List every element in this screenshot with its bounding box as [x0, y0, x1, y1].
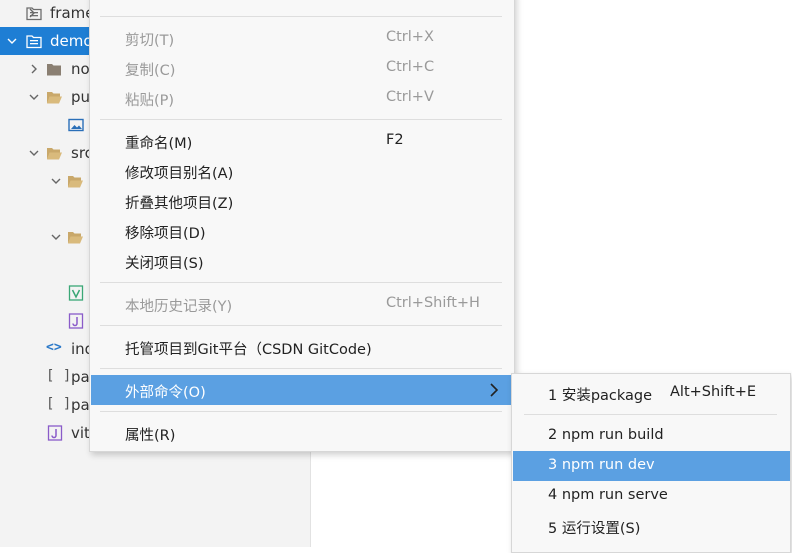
- folder-open-icon: [68, 176, 83, 188]
- chevron-down-icon[interactable]: [6, 34, 18, 48]
- menu-item-host-to-git[interactable]: 托管项目到Git平台（CSDN GitCode): [91, 332, 513, 362]
- json-file-icon: [ ]: [46, 368, 72, 384]
- menu-item-remove-project[interactable]: 移除项目(D): [91, 216, 513, 246]
- menu-item-label: 关闭项目(S): [125, 256, 204, 272]
- menu-item-cut[interactable]: 剪切(T) Ctrl+X: [91, 23, 513, 53]
- menu-item-shortcut: Ctrl+Shift+H: [386, 295, 480, 311]
- json-file-icon: [ ]: [46, 396, 72, 412]
- menu-item-copy[interactable]: 复制(C) Ctrl+C: [91, 53, 513, 83]
- submenu-item-run-settings[interactable]: 5 运行设置(S): [513, 511, 790, 541]
- menu-item-label: 复制(C): [125, 63, 176, 79]
- menu-separator: [100, 325, 502, 326]
- submenu-item-label: 4 npm run serve: [548, 487, 668, 503]
- submenu-item-label: 1 安装package: [548, 388, 653, 404]
- menu-item-label: 移除项目(D): [125, 226, 206, 242]
- image-file-icon: [68, 118, 84, 132]
- chevron-down-icon[interactable]: [50, 174, 62, 188]
- menu-item-label: 外部命令(O): [125, 385, 206, 401]
- menu-separator: [100, 119, 502, 120]
- submenu-item-label: 5 运行设置(S): [548, 521, 641, 537]
- tree-item-label: pu: [71, 88, 91, 106]
- tree-item-label: vit: [71, 424, 90, 442]
- menu-item-shortcut: Ctrl+V: [386, 89, 434, 105]
- menu-item-label: 折叠其他项目(Z): [125, 196, 234, 212]
- submenu-item-npm-run-serve[interactable]: 4 npm run serve: [513, 481, 790, 511]
- submenu-item-install-package[interactable]: 1 安装package Alt+Shift+E: [513, 378, 790, 408]
- js-file-icon: [68, 313, 84, 329]
- menu-separator: [100, 282, 502, 283]
- submenu-item-npm-run-dev[interactable]: 3 npm run dev: [513, 451, 790, 481]
- folder-open-icon: [47, 92, 62, 104]
- html-file-icon: <>: [46, 340, 62, 355]
- external-commands-submenu: 1 安装package Alt+Shift+E 2 npm run build …: [511, 373, 791, 553]
- menu-item-label: 粘贴(P): [125, 93, 175, 109]
- menu-item-label: 属性(R): [125, 428, 176, 444]
- menu-item-label: 修改项目别名(A): [125, 166, 234, 182]
- menu-item-external-commands[interactable]: 外部命令(O): [91, 375, 513, 405]
- chevron-down-icon[interactable]: [50, 230, 62, 244]
- menu-item-clipped[interactable]: [91, 0, 513, 15]
- folder-doc-icon: [26, 35, 42, 49]
- tree-item-label: pa: [71, 396, 90, 414]
- folder-open-icon: [68, 232, 83, 244]
- menu-separator: [524, 414, 777, 415]
- submenu-item-npm-run-build[interactable]: 2 npm run build: [513, 421, 790, 451]
- menu-item-label: 重命名(M): [125, 136, 193, 152]
- submenu-item-shortcut: Alt+Shift+E: [670, 384, 757, 400]
- menu-item-properties[interactable]: 属性(R): [91, 418, 513, 448]
- menu-separator: [100, 16, 502, 17]
- menu-item-close-project[interactable]: 关闭项目(S): [91, 246, 513, 276]
- menu-separator: [100, 368, 502, 369]
- folder-open-icon: [47, 148, 62, 160]
- folder-icon: [47, 64, 61, 76]
- tree-item-label: demo: [50, 32, 93, 50]
- menu-item-collapse-others[interactable]: 折叠其他项目(Z): [91, 186, 513, 216]
- submenu-item-label: 3 npm run dev: [548, 457, 655, 473]
- menu-separator: [100, 411, 502, 412]
- chevron-down-icon[interactable]: [28, 146, 40, 160]
- menu-item-shortcut: Ctrl+X: [386, 29, 434, 45]
- menu-item-label: 本地历史记录(Y): [125, 299, 233, 315]
- menu-item-label: 托管项目到Git平台（CSDN GitCode): [125, 342, 372, 358]
- menu-item-edit-alias[interactable]: 修改项目别名(A): [91, 156, 513, 186]
- menu-item-rename[interactable]: 重命名(M) F2: [91, 126, 513, 156]
- vue-file-icon: [68, 285, 84, 301]
- chevron-right-icon: [490, 383, 499, 397]
- submenu-item-label: 2 npm run build: [548, 427, 664, 443]
- tree-item-label: pa: [71, 368, 90, 386]
- tree-item-label: no: [71, 60, 90, 78]
- menu-item-shortcut: F2: [386, 132, 404, 148]
- js-file-icon: [47, 425, 63, 441]
- menu-item-shortcut: Ctrl+C: [386, 59, 435, 75]
- chevron-right-icon[interactable]: [28, 62, 40, 76]
- tree-item-label: frame: [50, 4, 95, 22]
- context-menu: 剪切(T) Ctrl+X 复制(C) Ctrl+C 粘贴(P) Ctrl+V 重…: [89, 0, 515, 452]
- folder-doc-icon: [26, 7, 42, 21]
- menu-item-paste[interactable]: 粘贴(P) Ctrl+V: [91, 83, 513, 113]
- menu-item-label: 剪切(T): [125, 33, 175, 49]
- menu-item-local-history[interactable]: 本地历史记录(Y) Ctrl+Shift+H: [91, 289, 513, 319]
- chevron-down-icon[interactable]: [28, 90, 40, 104]
